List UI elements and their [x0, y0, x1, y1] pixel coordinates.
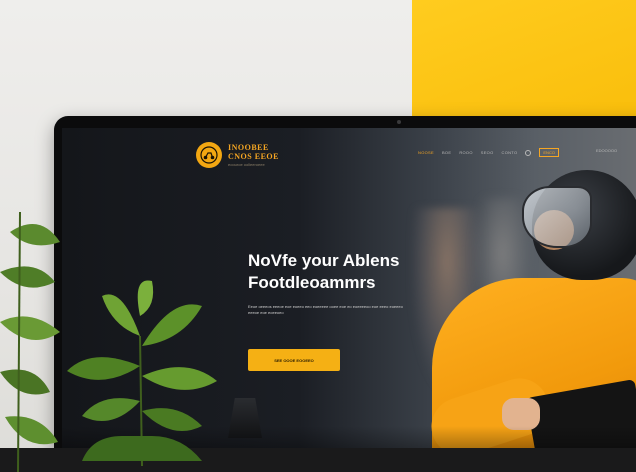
- logo-tagline: eoouroe oolleeroeee: [228, 161, 265, 167]
- site-logo[interactable]: INOOBEE CNOS EEOE eoouroe oolleeroeee: [196, 142, 279, 168]
- nav-right-link[interactable]: EDOOOOO: [596, 148, 617, 153]
- plant-left-icon: [0, 212, 60, 472]
- nav-item-3[interactable]: ROOO: [459, 150, 472, 155]
- nav-item-home[interactable]: NOOSE: [418, 150, 434, 155]
- plant-center-icon: [67, 280, 217, 466]
- search-icon[interactable]: [525, 149, 532, 156]
- scooter-logo-icon: [196, 142, 222, 168]
- webcam-dot: [397, 120, 401, 124]
- nav-item-2[interactable]: BOE: [442, 150, 451, 155]
- helmet-visor: [522, 186, 592, 248]
- nav-item-4[interactable]: SEOO: [481, 150, 494, 155]
- site-header: INOOBEE CNOS EEOE eoouroe oolleeroeee NO…: [62, 128, 636, 172]
- hero-cta-button[interactable]: SEE OOOE EOOEEO: [248, 349, 340, 371]
- hero-title: NoVfe your Ablens Footdleoammrs: [248, 250, 488, 294]
- hero-title-line2: Footdleoammrs: [248, 273, 376, 293]
- hero-description: Eeoe oeeeos eeeoe eoe eoeeo eeo eoeeeee …: [248, 304, 403, 315]
- nav-cta-button[interactable]: ENCO: [539, 148, 559, 157]
- background-yellow-panel: [412, 0, 636, 135]
- logo-name-line2: CNOS EEOE: [228, 151, 279, 161]
- logo-name-line1: INOOBEE: [228, 142, 269, 152]
- main-nav: NOOSE BOE ROOO SEOO CONTO ENCO: [418, 148, 559, 157]
- nav-item-contact[interactable]: CONTO: [502, 150, 518, 155]
- logo-text: INOOBEE CNOS EEOE eoouroe oolleeroeee: [228, 142, 279, 167]
- hero-title-line1: NoVfe your Ablens: [248, 251, 400, 270]
